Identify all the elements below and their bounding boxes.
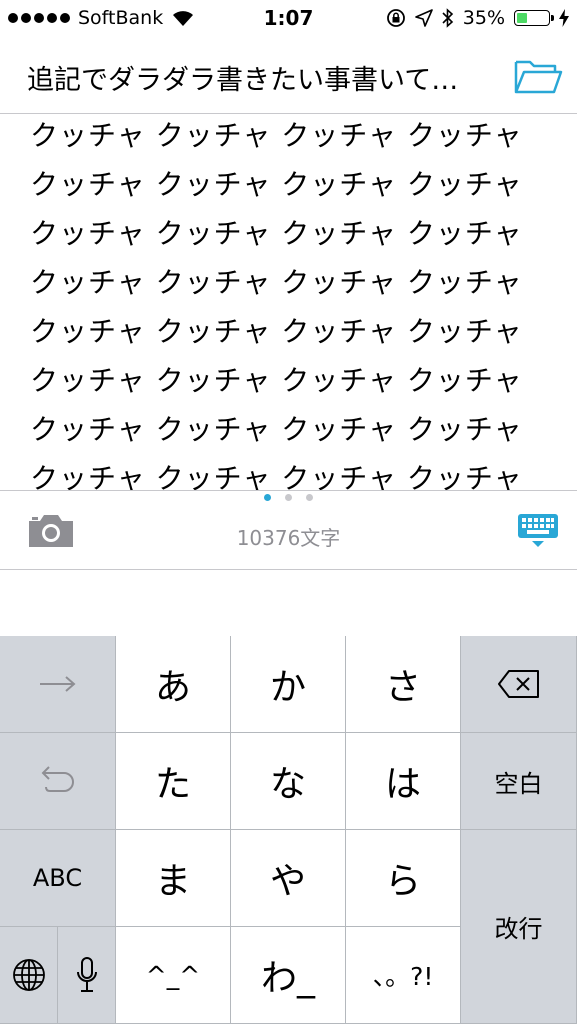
key-ka[interactable]: か bbox=[231, 636, 346, 733]
battery-percent: 35% bbox=[462, 7, 505, 29]
cursor-right-key[interactable] bbox=[0, 636, 116, 733]
key-punctuation[interactable]: 、。?! bbox=[346, 927, 461, 1024]
return-key[interactable]: 改行 bbox=[461, 830, 577, 1024]
delete-key[interactable] bbox=[461, 636, 577, 733]
character-count: 10376文字 bbox=[236, 526, 341, 550]
globe-icon bbox=[12, 959, 45, 991]
key-emoticon[interactable]: ^_^ bbox=[116, 927, 231, 1024]
editor-toolbar: 10376文字 bbox=[0, 490, 577, 570]
title-bar: 追記でダラダラ書きたい事書いて… bbox=[0, 38, 577, 114]
key-ya[interactable]: や bbox=[231, 830, 346, 927]
charging-icon bbox=[559, 9, 569, 27]
bluetooth-icon bbox=[442, 8, 453, 28]
text-line: クッチャ クッチャ クッチャ クッチャ bbox=[30, 315, 523, 348]
text-line: クッチャ クッチャ クッチャ クッチャ bbox=[30, 168, 523, 201]
key-ha[interactable]: は bbox=[346, 733, 461, 830]
location-arrow-icon bbox=[414, 9, 433, 27]
space-key[interactable]: 空白 bbox=[461, 733, 577, 830]
document-title[interactable]: 追記でダラダラ書きたい事書いて… bbox=[27, 58, 497, 97]
text-line: クッチャ クッチャ クッチャ クッチャ bbox=[30, 119, 523, 152]
key-ma[interactable]: ま bbox=[116, 830, 231, 927]
battery-icon bbox=[514, 10, 554, 26]
text-line: クッチャ クッチャ クッチャ クッチャ bbox=[30, 413, 523, 446]
key-ta[interactable]: た bbox=[116, 733, 231, 830]
text-line: クッチャ クッチャ クッチャ クッチャ bbox=[30, 266, 523, 299]
text-line: クッチャ クッチャ クッチャ クッチャ bbox=[30, 364, 523, 397]
undo-icon bbox=[41, 766, 74, 792]
page-dot bbox=[264, 494, 271, 501]
key-sa[interactable]: さ bbox=[346, 636, 461, 733]
arrow-right-icon bbox=[39, 676, 76, 692]
key-ra[interactable]: ら bbox=[346, 830, 461, 927]
text-editor[interactable]: クッチャ クッチャ クッチャ クッチャ クッチャ クッチャ クッチャ クッチャ クッ… bbox=[0, 114, 577, 490]
globe-key[interactable] bbox=[0, 927, 58, 1024]
backspace-icon bbox=[497, 670, 539, 698]
key-a[interactable]: あ bbox=[116, 636, 231, 733]
microphone-icon bbox=[76, 957, 97, 992]
keyboard-toggle-icon[interactable] bbox=[517, 513, 559, 549]
page-dot bbox=[306, 494, 313, 501]
undo-key[interactable] bbox=[0, 733, 116, 830]
page-indicator bbox=[0, 494, 577, 501]
key-wa[interactable]: わ_ bbox=[231, 927, 346, 1024]
abc-key[interactable]: ABC bbox=[0, 830, 116, 927]
text-line: クッチャ クッチャ クッチャ クッチャ bbox=[30, 217, 523, 250]
rotation-lock-icon bbox=[386, 9, 405, 27]
key-na[interactable]: な bbox=[231, 733, 346, 830]
microphone-key[interactable] bbox=[58, 927, 116, 1024]
text-line: クッチャ クッチャ クッチャ クッチャ bbox=[30, 462, 523, 490]
status-bar: SoftBank 1:07 35% bbox=[0, 0, 577, 38]
battery-level bbox=[517, 13, 527, 23]
keyboard: ABC あ か さ た な は ま や ら ^_^ わ_ 、。?! 空白 改行 bbox=[0, 636, 577, 1024]
folder-icon[interactable] bbox=[513, 56, 563, 96]
page-dot bbox=[285, 494, 292, 501]
